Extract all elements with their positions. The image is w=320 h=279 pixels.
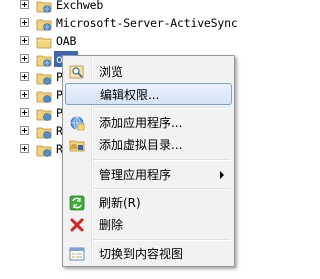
menu-item-add-virtual-directory[interactable]: 添加虚拟目录... bbox=[65, 134, 232, 156]
delete-icon bbox=[70, 218, 84, 232]
menu-item-label: 编辑权限... bbox=[100, 88, 160, 102]
menu-item-label: 删除 bbox=[99, 218, 124, 232]
menu-item-delete[interactable]: 删除 bbox=[65, 214, 232, 236]
menu-item-edit-permissions[interactable]: 编辑权限... bbox=[65, 83, 232, 105]
menu-separator bbox=[93, 239, 230, 241]
expand-icon[interactable] bbox=[20, 54, 29, 63]
add-application-icon bbox=[70, 116, 85, 131]
tree-node[interactable]: Microsoft-Server-ActiveSync bbox=[0, 15, 242, 33]
menu-item-manage-application[interactable]: 管理应用程序 bbox=[65, 164, 232, 186]
tree-node-label: Exchweb bbox=[56, 0, 104, 12]
add-virtual-directory-icon bbox=[69, 140, 85, 152]
context-menu: 浏览 编辑权限... 添加应用程序... 添加虚拟目录... 管理应用程序 刷新… bbox=[62, 55, 235, 267]
expand-icon[interactable] bbox=[20, 0, 29, 9]
web-folder-icon bbox=[36, 1, 52, 13]
tree-node[interactable]: OAB bbox=[0, 33, 242, 51]
expand-icon[interactable] bbox=[20, 108, 29, 117]
browse-icon bbox=[69, 65, 84, 79]
web-folder-icon bbox=[36, 73, 52, 85]
menu-item-label: 刷新(R) bbox=[99, 196, 141, 210]
submenu-arrow-icon bbox=[220, 171, 224, 179]
menu-item-add-application[interactable]: 添加应用程序... bbox=[65, 112, 232, 134]
web-folder-icon bbox=[36, 91, 52, 103]
expand-icon[interactable] bbox=[20, 72, 29, 81]
web-folder-icon bbox=[36, 109, 52, 121]
menu-item-label: 浏览 bbox=[99, 65, 124, 79]
menu-item-label: 管理应用程序 bbox=[99, 168, 172, 182]
web-folder-icon bbox=[36, 127, 52, 139]
menu-item-refresh[interactable]: 刷新(R) bbox=[65, 192, 232, 214]
menu-item-browse[interactable]: 浏览 bbox=[65, 61, 232, 83]
menu-item-label: 添加虚拟目录... bbox=[99, 138, 183, 152]
folder-icon bbox=[36, 37, 52, 49]
refresh-icon bbox=[69, 195, 85, 211]
web-folder-icon bbox=[36, 145, 52, 157]
expand-icon[interactable] bbox=[20, 126, 29, 135]
menu-item-switch-content-view[interactable]: 切换到内容视图 bbox=[65, 243, 232, 265]
expand-icon[interactable] bbox=[20, 18, 29, 27]
web-folder-icon bbox=[36, 55, 52, 67]
menu-separator bbox=[93, 107, 230, 109]
menu-item-label: 添加应用程序... bbox=[99, 116, 183, 130]
expand-icon[interactable] bbox=[20, 90, 29, 99]
tree-node-label: OAB bbox=[56, 34, 77, 48]
content-view-icon bbox=[69, 247, 85, 261]
menu-separator bbox=[93, 188, 230, 190]
expand-icon[interactable] bbox=[20, 144, 29, 153]
tree-node-label: Microsoft-Server-ActiveSync bbox=[56, 16, 238, 30]
menu-item-label: 切换到内容视图 bbox=[99, 247, 184, 261]
menu-separator bbox=[93, 159, 230, 161]
web-folder-icon bbox=[36, 19, 52, 31]
tree-node[interactable]: Exchweb bbox=[0, 0, 242, 15]
expand-icon[interactable] bbox=[20, 36, 29, 45]
